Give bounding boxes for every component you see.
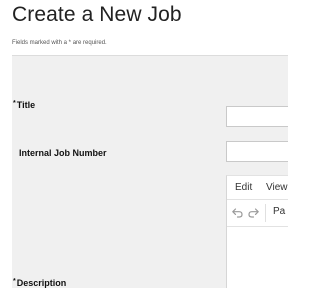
internal-job-number-label: Internal Job Number [19,148,107,158]
title-label-text: Title [16,100,36,110]
undo-icon[interactable] [231,206,244,219]
description-editor-body[interactable] [227,227,288,288]
create-job-page: Create a New Job Fields marked with a * … [0,0,288,288]
editor-menu-edit[interactable]: Edit [235,182,252,193]
internal-job-number-input[interactable] [226,141,288,162]
paragraph-format-select[interactable]: Pa [273,206,285,217]
description-required-marker: * [13,278,16,285]
editor-menubar: Edit View [227,176,288,200]
description-label-text: Description [16,278,67,288]
undo-icon-graphic [232,208,243,218]
title-input[interactable] [226,106,288,127]
title-label: *Title [13,100,35,110]
redo-icon[interactable] [247,206,260,219]
description-editor: Edit View Pa [226,175,288,288]
editor-menu-view[interactable]: View [266,182,288,193]
redo-icon-graphic [248,208,259,218]
page-title: Create a New Job [12,3,182,26]
editor-toolbar: Pa [227,200,288,227]
description-label: *Description [13,278,66,288]
required-fields-note: Fields marked with a * are required. [12,40,107,46]
title-required-marker: * [13,100,16,107]
toolbar-separator [265,204,266,222]
